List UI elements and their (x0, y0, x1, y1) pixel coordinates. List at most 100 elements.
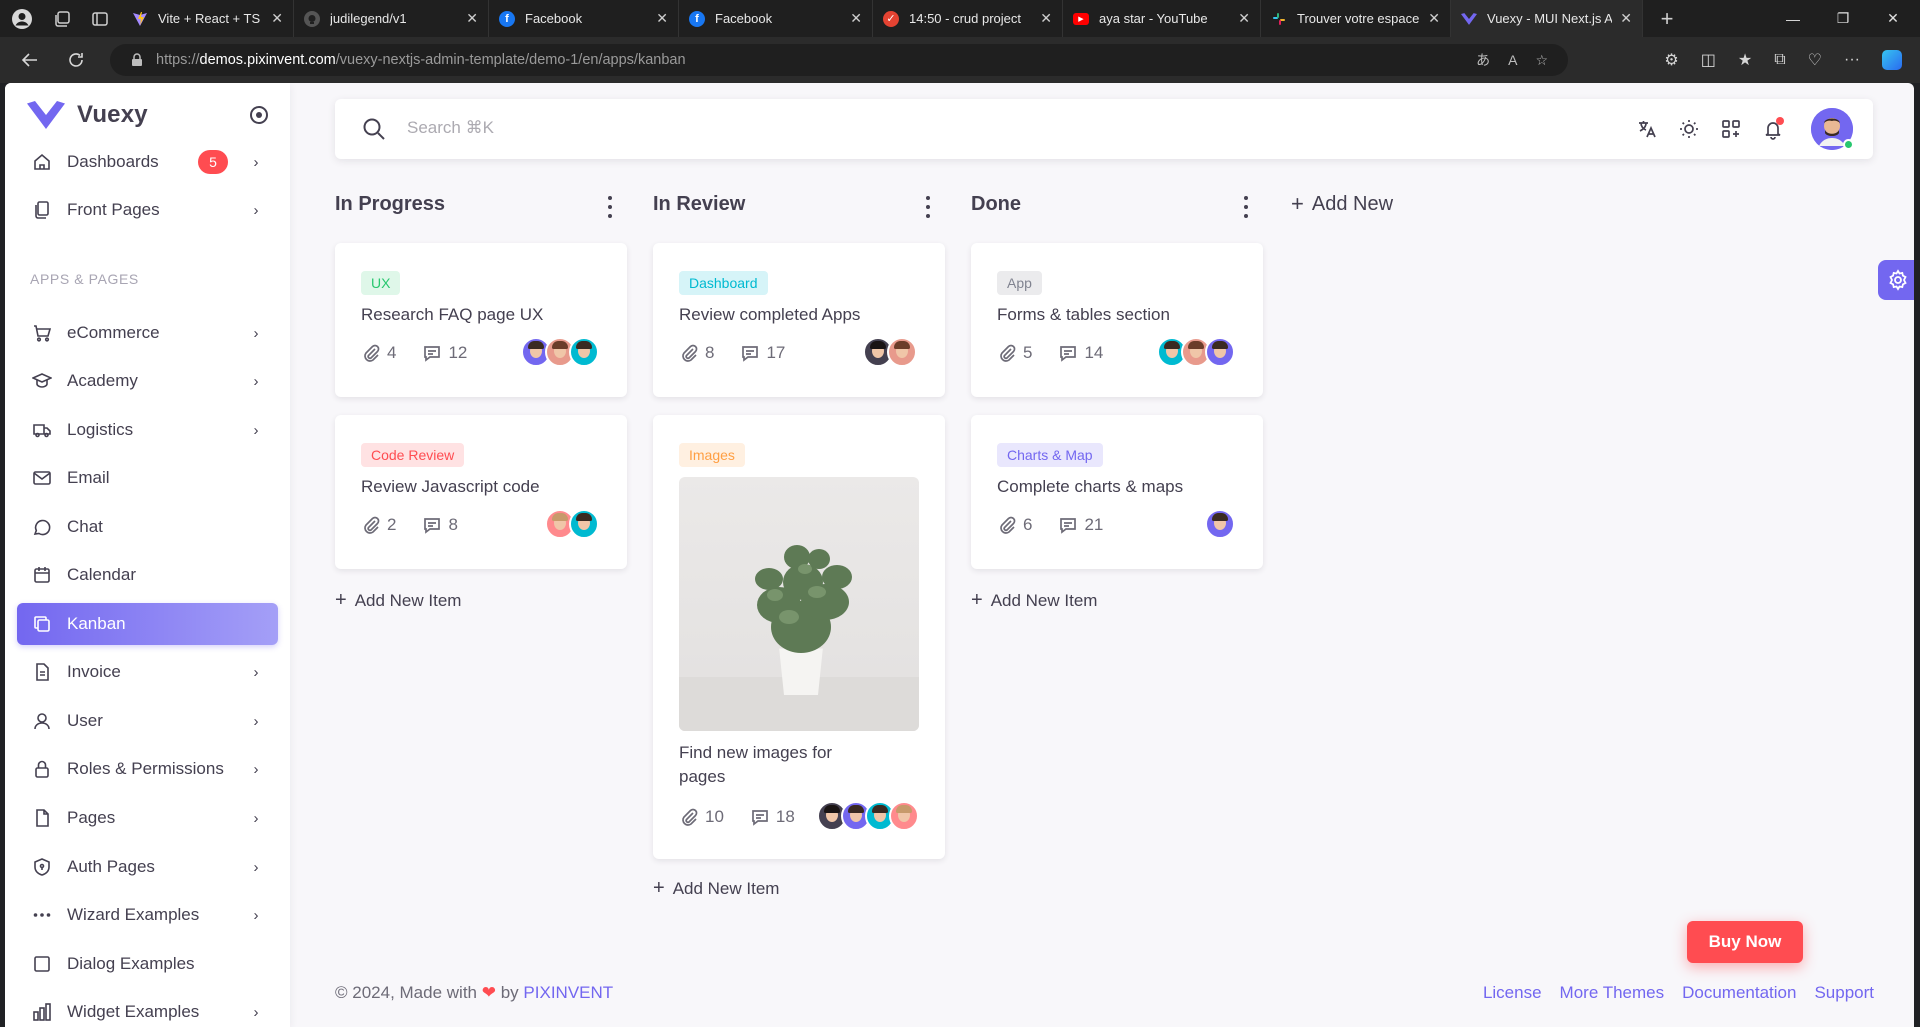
assignee-avatar[interactable] (569, 509, 599, 539)
theme-sun-icon[interactable] (1677, 117, 1701, 141)
column-options-icon[interactable] (1243, 196, 1249, 218)
close-tab-icon[interactable]: ✕ (271, 10, 283, 27)
sidebar-item-academy[interactable]: Academy › (17, 360, 278, 402)
assignee-avatar[interactable] (1205, 337, 1235, 367)
favorites-icon[interactable]: ★ (1738, 50, 1752, 70)
column-options-icon[interactable] (607, 196, 613, 218)
add-new-item-button[interactable]: + Add New Item (971, 589, 1097, 612)
column-title[interactable]: In Review (653, 193, 745, 216)
kanban-card[interactable]: Code Review Review Javascript code 2 8 (335, 415, 627, 569)
add-new-column-button[interactable]: + Add New (1291, 191, 1393, 217)
sidebar-item-invoice[interactable]: Invoice › (17, 651, 278, 693)
browser-tab[interactable]: judilegend/v1 ✕ (294, 0, 489, 37)
column-options-icon[interactable] (925, 196, 931, 218)
buy-now-button[interactable]: Buy Now (1687, 921, 1803, 963)
tab-actions-icon[interactable] (86, 5, 114, 33)
add-new-item-button[interactable]: + Add New Item (653, 877, 779, 900)
sidebar-item-dashboards[interactable]: Dashboards 5 › (17, 141, 278, 183)
column-title[interactable]: Done (971, 193, 1021, 216)
sidebar-item-chat[interactable]: Chat (17, 506, 278, 548)
sidebar-item-auth-pages[interactable]: Auth Pages › (17, 846, 278, 888)
back-icon[interactable] (14, 44, 46, 76)
close-window-icon[interactable]: ✕ (1870, 0, 1916, 37)
search-input[interactable]: Search ⌘K (407, 118, 494, 138)
sidebar-item-calendar[interactable]: Calendar (17, 554, 278, 596)
sidebar-item-label: Email (67, 468, 110, 487)
user-avatar[interactable] (1811, 108, 1854, 150)
new-tab-icon[interactable]: + (1653, 5, 1681, 33)
close-tab-icon[interactable]: ✕ (1620, 10, 1632, 27)
extensions-icon[interactable]: ⚙ (1664, 50, 1678, 70)
close-tab-icon[interactable]: ✕ (1040, 10, 1052, 27)
browser-tab[interactable]: ✓ 14:50 - crud project ✕ (873, 0, 1063, 37)
browser-tab[interactable]: Trouver votre espace ✕ (1261, 0, 1451, 37)
close-tab-icon[interactable]: ✕ (656, 10, 668, 27)
notifications-bell-icon[interactable] (1761, 117, 1785, 141)
assignee-avatar[interactable] (569, 337, 599, 367)
sidebar-item-widget-examples[interactable]: Widget Examples › (17, 991, 278, 1027)
browser-tab[interactable]: f Facebook ✕ (489, 0, 679, 37)
sidebar-item-front-pages[interactable]: Front Pages › (17, 189, 278, 231)
sidebar-item-wizard-examples[interactable]: Wizard Examples › (17, 894, 278, 936)
shortcuts-grid-icon[interactable] (1719, 117, 1743, 141)
read-aloud-icon[interactable]: A (1508, 52, 1517, 68)
card-label-chip: Code Review (361, 443, 465, 467)
copilot-icon[interactable] (1882, 50, 1902, 70)
minimize-icon[interactable]: — (1770, 0, 1816, 37)
sidebar-item-ecommerce[interactable]: eCommerce › (17, 312, 278, 354)
assignee-avatar[interactable] (887, 337, 917, 367)
sidebar-item-roles-permissions[interactable]: Roles & Permissions › (17, 748, 278, 790)
pixinvent-link[interactable]: PIXINVENT (523, 983, 613, 1002)
workspaces-icon[interactable] (48, 5, 76, 33)
card-meta: 4 12 (361, 343, 467, 363)
restore-icon[interactable]: ❐ (1820, 0, 1866, 37)
brand[interactable]: Vuexy (27, 99, 148, 131)
sidebar-item-kanban[interactable]: Kanban (17, 603, 278, 645)
card-label-chip: UX (361, 271, 401, 295)
add-new-item-button[interactable]: + Add New Item (335, 589, 461, 612)
browser-tab[interactable]: ▶ aya star - YouTube ✕ (1063, 0, 1261, 37)
split-screen-icon[interactable]: ◫ (1701, 50, 1716, 70)
profile-icon[interactable] (8, 5, 36, 33)
column-title[interactable]: In Progress (335, 193, 445, 216)
favorite-star-icon[interactable]: ☆ (1535, 52, 1548, 69)
kanban-card[interactable]: Charts & Map Complete charts & maps 6 21 (971, 415, 1263, 569)
card-title: Complete charts & maps (997, 477, 1184, 496)
kanban-card[interactable]: UX Research FAQ page UX 4 12 (335, 243, 627, 397)
close-tab-icon[interactable]: ✕ (850, 10, 862, 27)
message-circle-icon (31, 516, 53, 538)
footer-link-documentation[interactable]: Documentation (1682, 983, 1796, 1003)
refresh-icon[interactable] (60, 44, 92, 76)
close-tab-icon[interactable]: ✕ (1428, 10, 1440, 27)
url-field[interactable]: https://demos.pixinvent.com/vuexy-nextjs… (110, 44, 1568, 76)
sidebar-item-dialog-examples[interactable]: Dialog Examples (17, 943, 278, 985)
browser-tab[interactable]: Vite + React + TS ✕ (122, 0, 294, 37)
more-options-icon[interactable]: ··· (1844, 51, 1860, 69)
sidebar-item-pages[interactable]: Pages › (17, 797, 278, 839)
assignee-avatars (545, 509, 599, 539)
sidebar-item-logistics[interactable]: Logistics › (17, 409, 278, 451)
close-tab-icon[interactable]: ✕ (466, 10, 478, 27)
sidebar-item-email[interactable]: Email (17, 457, 278, 499)
browser-essentials-icon[interactable]: ♡ (1808, 50, 1822, 70)
sidebar-item-user[interactable]: User › (17, 700, 278, 742)
customizer-toggle[interactable] (1878, 260, 1914, 300)
browser-tab[interactable]: f Facebook ✕ (679, 0, 873, 37)
card-cover-image[interactable] (679, 477, 919, 731)
translate-page-icon[interactable]: あ (1476, 50, 1490, 70)
assignee-avatar[interactable] (889, 801, 919, 831)
kanban-card[interactable]: App Forms & tables section 5 14 (971, 243, 1263, 397)
assignee-avatar[interactable] (1205, 509, 1235, 539)
footer-link-license[interactable]: License (1483, 983, 1542, 1003)
footer-link-more-themes[interactable]: More Themes (1560, 983, 1665, 1003)
kanban-card[interactable]: Images Find new images for pages 10 18 (653, 415, 945, 859)
collections-icon[interactable]: ⧉ (1774, 51, 1785, 69)
language-icon[interactable] (1635, 117, 1659, 141)
search-icon[interactable] (361, 116, 387, 142)
collapse-sidebar-icon[interactable] (250, 106, 268, 124)
paperclip-icon (682, 344, 698, 362)
close-tab-icon[interactable]: ✕ (1238, 10, 1250, 27)
kanban-card[interactable]: Dashboard Review completed Apps 8 17 (653, 243, 945, 397)
browser-tab-active[interactable]: Vuexy - MUI Next.js A ✕ (1451, 0, 1643, 37)
footer-link-support[interactable]: Support (1814, 983, 1874, 1003)
